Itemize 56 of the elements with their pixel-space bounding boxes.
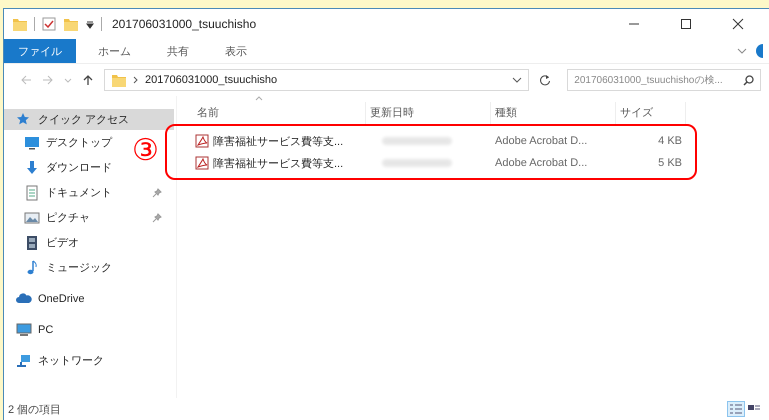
- computer-icon: [16, 322, 32, 338]
- file-name[interactable]: 障害福祉サービス費等支...: [193, 134, 366, 148]
- sidebar-item[interactable]: ネットワーク: [4, 348, 108, 373]
- ribbon-tab[interactable]: ホーム: [84, 39, 145, 63]
- monitor-icon: [24, 134, 40, 150]
- details-view-icon: [729, 403, 743, 415]
- dropdown-icon[interactable]: [512, 75, 522, 85]
- sidebar-item[interactable]: ミュージック: [4, 255, 116, 280]
- address-path: 201706031000_tsuuchisho: [145, 74, 278, 86]
- file-type: Adobe Acrobat D...: [494, 135, 588, 147]
- network-icon: [16, 352, 32, 368]
- sidebar-item[interactable]: クイック アクセス: [4, 109, 174, 130]
- address-field[interactable]: 201706031000_tsuuchisho: [104, 69, 530, 91]
- pdf-icon: [195, 156, 209, 170]
- sidebar-item[interactable]: ダウンロード: [4, 155, 116, 180]
- view-button[interactable]: [727, 401, 745, 417]
- sidebar-item[interactable]: デスクトップ: [4, 130, 116, 155]
- item-count: 2 個の項目: [8, 402, 62, 416]
- window-title: 201706031000_tsuuchisho: [112, 17, 256, 31]
- file-size: 4 KB: [657, 135, 683, 147]
- search-icon: [743, 74, 754, 86]
- refresh-icon[interactable]: [539, 74, 552, 86]
- close-icon: [732, 18, 744, 30]
- ribbon-tab[interactable]: 表示: [211, 39, 261, 63]
- file-name[interactable]: 障害福祉サービス費等支...: [193, 156, 366, 170]
- pdf-icon: [195, 134, 209, 148]
- sidebar-item[interactable]: ビデオ: [4, 230, 83, 255]
- maximize-icon: [680, 18, 692, 30]
- ribbon-tab[interactable]: ファイル: [4, 39, 76, 63]
- search-field[interactable]: 201706031000_tsuuchishoの検...: [567, 69, 761, 91]
- sidebar-item[interactable]: PC: [4, 317, 58, 342]
- chevron-down-icon[interactable]: [737, 46, 747, 56]
- up-arrow-icon[interactable]: [82, 74, 94, 86]
- search-placeholder: 201706031000_tsuuchishoの検...: [574, 74, 724, 87]
- checklist-icon[interactable]: [41, 16, 57, 32]
- column-header[interactable]: サイズ: [616, 102, 686, 124]
- column-header[interactable]: 名前: [193, 102, 366, 124]
- help-icon[interactable]: [753, 44, 763, 58]
- sidebar-item[interactable]: ピクチャ: [4, 205, 174, 230]
- blurred-date: [382, 137, 452, 145]
- column-header[interactable]: 更新日時: [366, 102, 491, 124]
- step-number: ③: [132, 136, 159, 166]
- file-type: Adobe Acrobat D...: [494, 157, 588, 169]
- blurred-date: [382, 159, 452, 167]
- file-size: 5 KB: [657, 157, 683, 169]
- sidebar-item[interactable]: ドキュメント: [4, 180, 174, 205]
- ribbon-tab[interactable]: 共有: [153, 39, 203, 63]
- folder-icon: [111, 72, 127, 88]
- document-icon: [24, 184, 40, 200]
- sidebar-item[interactable]: OneDrive: [4, 286, 88, 311]
- folder-icon: [12, 16, 28, 32]
- download-arrow-icon: [24, 160, 40, 176]
- film-icon: [24, 234, 40, 250]
- picture-icon: [24, 210, 40, 226]
- column-header[interactable]: 種類: [491, 102, 616, 124]
- chevron-right-icon: [133, 76, 139, 84]
